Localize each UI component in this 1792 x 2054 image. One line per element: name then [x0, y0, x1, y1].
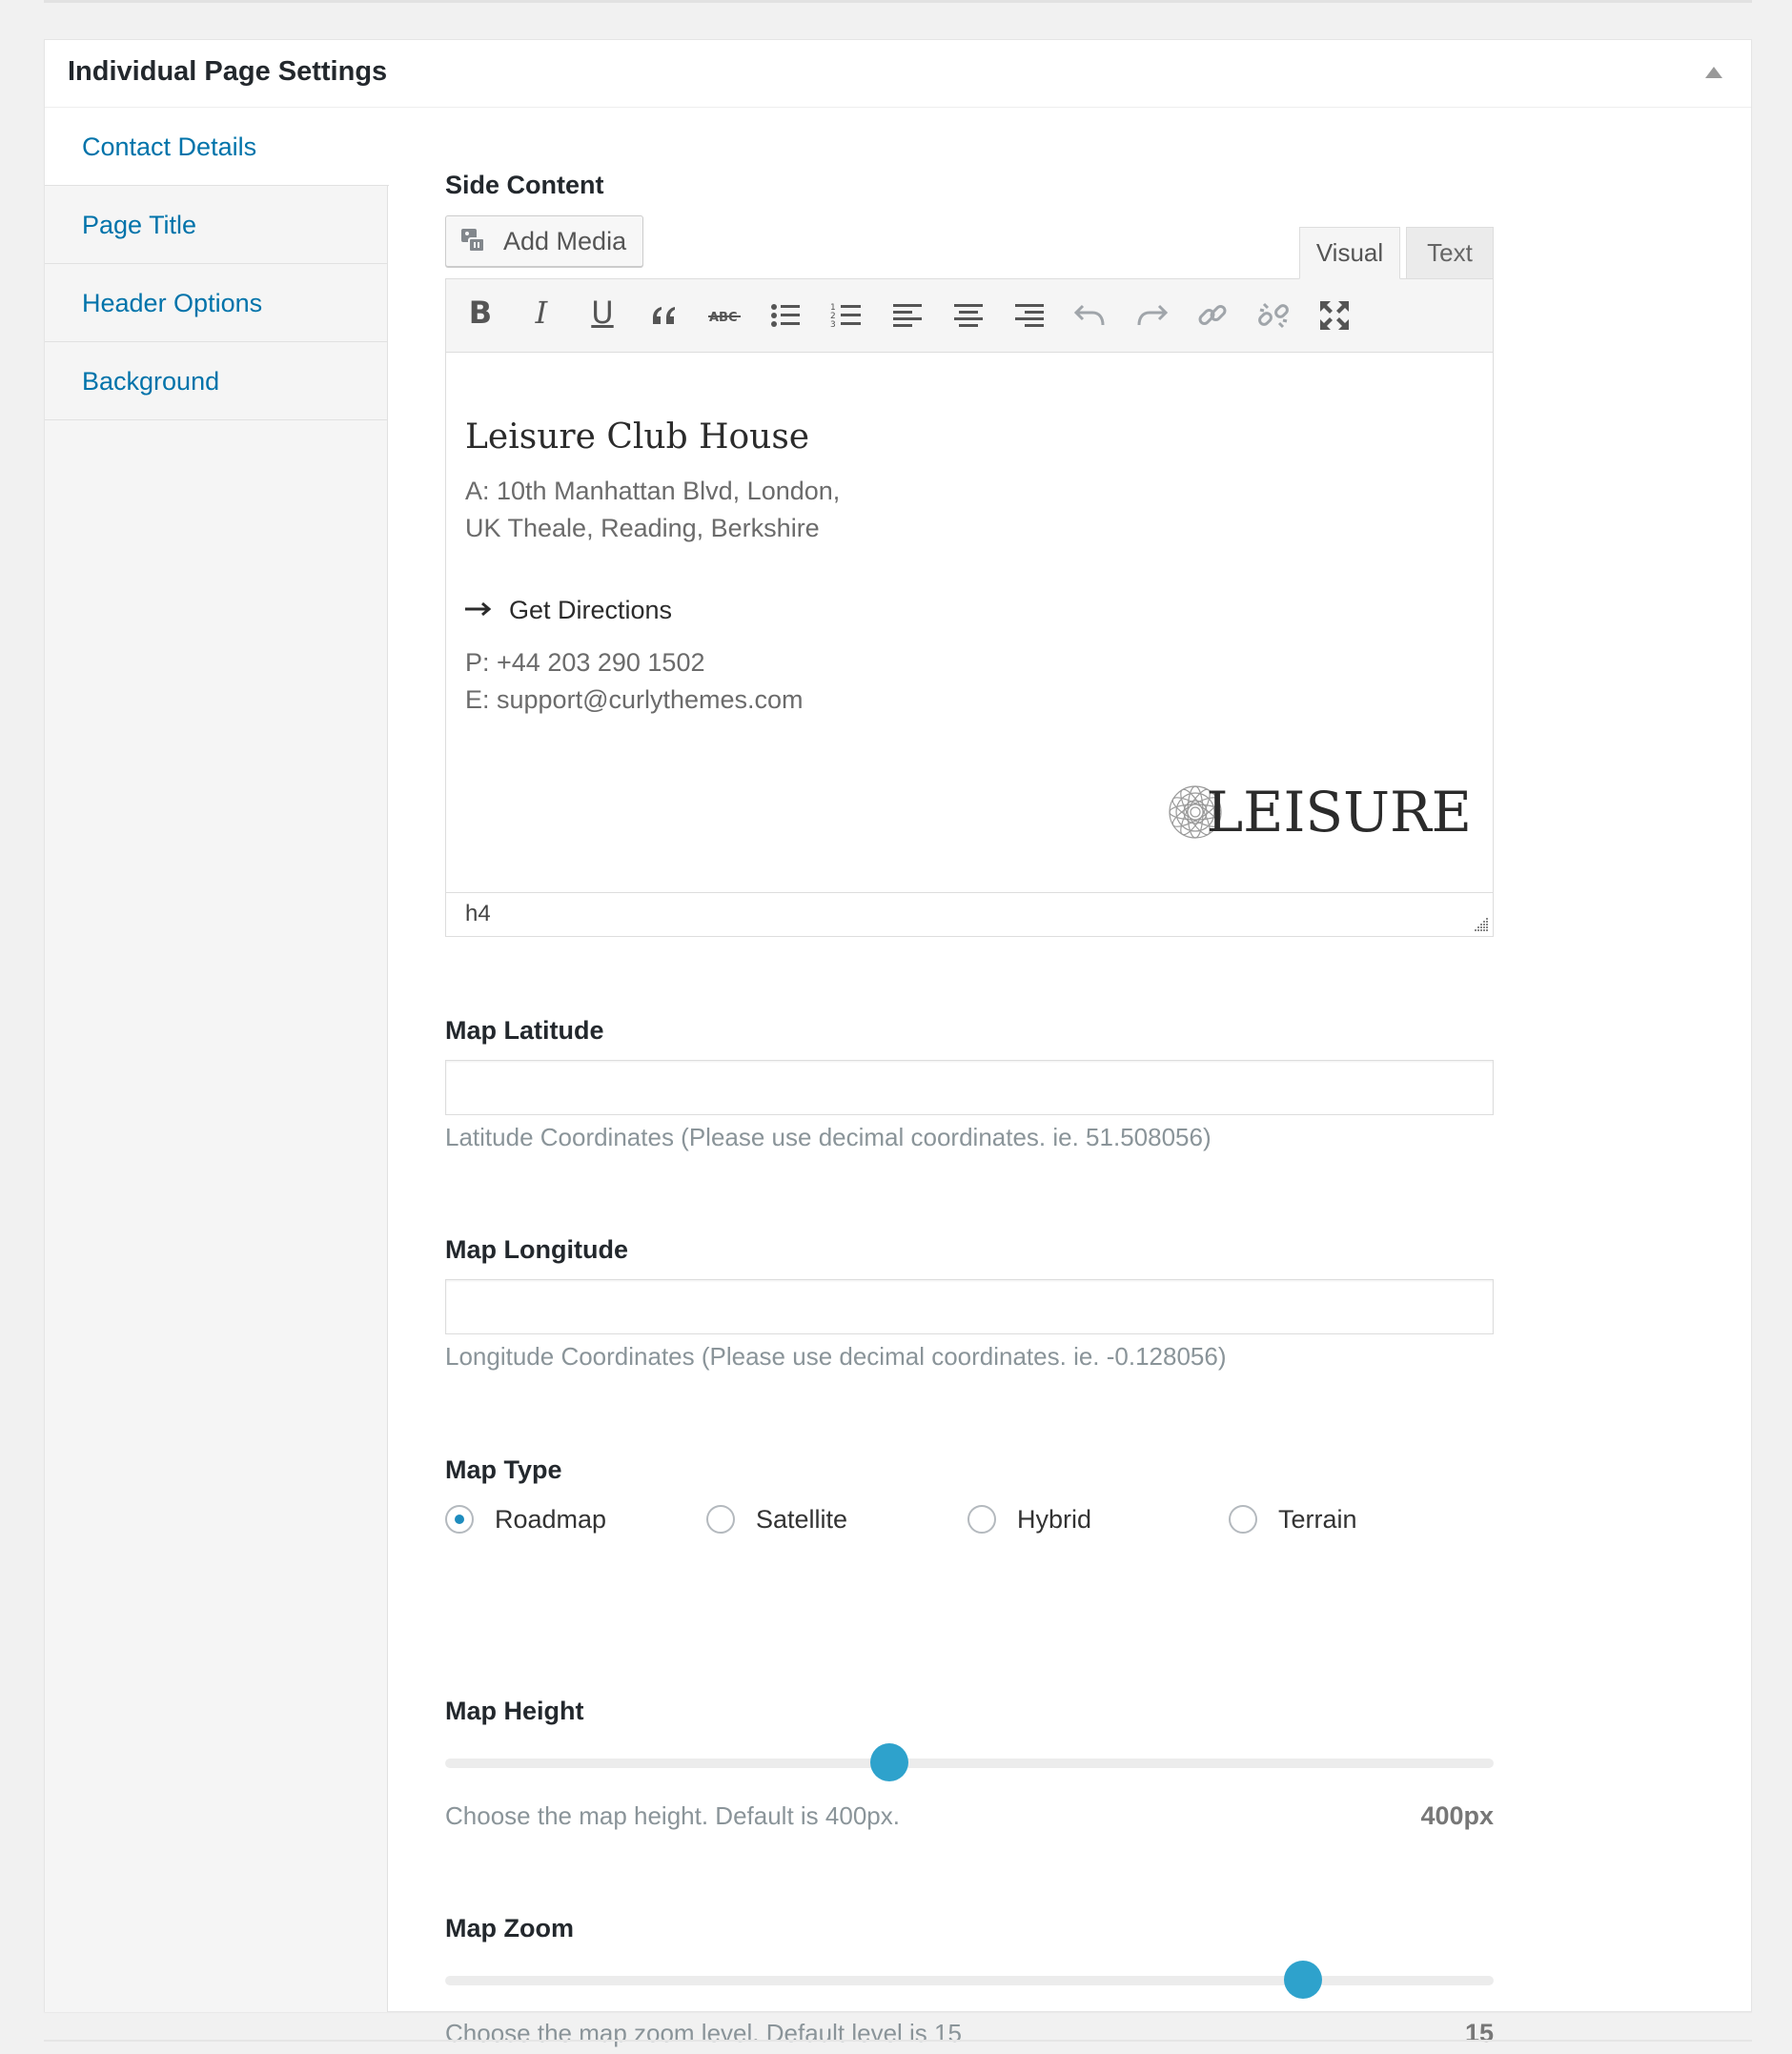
bullet-list-icon[interactable] [768, 298, 803, 333]
align-left-icon[interactable] [890, 298, 925, 333]
underline-icon[interactable]: U [585, 295, 620, 331]
radio-circle[interactable] [445, 1505, 474, 1534]
add-media-button[interactable]: Add Media [445, 215, 643, 267]
blockquote-icon[interactable] [646, 298, 681, 333]
rich-text-editor: B I U ABC 123 Leisure Club House A: 10th… [445, 278, 1494, 937]
map-type-radio-group: Roadmap Satellite Hybrid Terrain [445, 1501, 1494, 1539]
map-latitude-input[interactable] [445, 1060, 1494, 1115]
panel-title: Individual Page Settings [68, 56, 388, 87]
slider-track[interactable] [445, 1759, 1494, 1768]
map-latitude-label: Map Latitude [445, 1016, 604, 1045]
radio-circle[interactable] [967, 1505, 996, 1534]
strikethrough-icon[interactable]: ABC [707, 298, 742, 333]
sidebar-item-contact-details[interactable]: Contact Details [45, 108, 389, 186]
map-latitude-description: Latitude Coordinates (Please use decimal… [445, 1123, 1212, 1151]
slider-track[interactable] [445, 1976, 1494, 1985]
bottom-edge [44, 2040, 1752, 2042]
svg-text:ABC: ABC [709, 311, 738, 325]
align-center-icon[interactable] [951, 298, 986, 333]
settings-sidebar: Contact Details Page Title Header Option… [45, 108, 389, 2012]
element-path[interactable]: h4 [465, 901, 491, 927]
radio-circle[interactable] [1229, 1505, 1257, 1534]
get-directions-link[interactable]: Get Directions [465, 596, 672, 625]
sidebar-item-label: Page Title [82, 211, 197, 239]
slider-thumb[interactable] [1283, 1961, 1322, 1999]
map-height-slider[interactable] [445, 1743, 1494, 1785]
map-zoom-value: 15 [1464, 2019, 1494, 2047]
radio-circle[interactable] [706, 1505, 735, 1534]
add-media-icon [461, 229, 485, 253]
tab-visual[interactable]: Visual [1299, 227, 1400, 279]
unlink-icon[interactable] [1256, 298, 1291, 333]
map-height-description: Choose the map height. Default is 400px. [445, 1801, 900, 1830]
map-longitude-description: Longitude Coordinates (Please use decima… [445, 1342, 1227, 1371]
sidebar-item-header-options[interactable]: Header Options [45, 264, 387, 342]
slider-thumb[interactable] [870, 1743, 909, 1781]
add-media-label: Add Media [503, 227, 627, 255]
sidebar-item-label: Contact Details [82, 132, 257, 161]
address-line-2: UK Theale, Reading, Berkshire [465, 514, 820, 542]
radio-label: Terrain [1278, 1505, 1357, 1534]
sidebar-item-page-title[interactable]: Page Title [45, 186, 387, 264]
link-icon[interactable] [1195, 298, 1230, 333]
map-longitude-input[interactable] [445, 1279, 1494, 1334]
panel-header[interactable]: Individual Page Settings [45, 40, 1751, 108]
map-zoom-slider[interactable] [445, 1961, 1494, 2003]
bold-icon[interactable]: B [463, 295, 498, 331]
contact-heading: Leisure Club House [465, 417, 810, 457]
phone-line: P: +44 203 290 1502 [465, 648, 705, 677]
numbered-list-icon[interactable]: 123 [829, 298, 864, 333]
map-zoom-description: Choose the map zoom level. Default level… [445, 2019, 962, 2047]
editor-document[interactable]: Leisure Club House A: 10th Manhattan Blv… [465, 353, 1474, 882]
collapse-triangle-icon[interactable] [1705, 67, 1722, 78]
tab-text[interactable]: Text [1406, 227, 1494, 279]
redo-icon[interactable] [1134, 298, 1169, 333]
italic-icon[interactable]: I [524, 295, 559, 331]
editor-statusbar: h4 [446, 892, 1493, 936]
map-longitude-label: Map Longitude [445, 1235, 628, 1264]
map-height-label: Map Height [445, 1697, 584, 1725]
align-right-icon[interactable] [1012, 298, 1047, 333]
map-type-label: Map Type [445, 1455, 562, 1484]
sidebar-item-background[interactable]: Background [45, 342, 387, 420]
radio-label: Roadmap [495, 1505, 607, 1534]
logo-wordmark: LEISURE [1206, 780, 1472, 844]
editor-toolbar: B I U ABC 123 [446, 279, 1493, 353]
sidebar-item-label: Background [82, 367, 220, 396]
map-zoom-label: Map Zoom [445, 1914, 574, 1942]
side-content-label: Side Content [445, 171, 604, 199]
get-directions-label: Get Directions [509, 596, 673, 624]
map-height-value: 400px [1420, 1801, 1494, 1830]
fullscreen-icon[interactable] [1317, 298, 1352, 333]
radio-label: Hybrid [1017, 1505, 1092, 1534]
undo-icon[interactable] [1073, 298, 1108, 333]
radio-label: Satellite [756, 1505, 848, 1534]
resize-handle-icon[interactable] [1472, 915, 1489, 932]
address-line-1: A: 10th Manhattan Blvd, London, [465, 477, 841, 505]
svg-text:3: 3 [830, 320, 836, 330]
top-edge [44, 0, 1752, 3]
sidebar-item-label: Header Options [82, 289, 263, 317]
leisure-logo: LEISURE [1148, 780, 1472, 844]
arrow-right-icon [465, 601, 492, 617]
page-settings-panel: Individual Page Settings Contact Details… [44, 39, 1752, 2047]
email-line: E: support@curlythemes.com [465, 685, 804, 714]
